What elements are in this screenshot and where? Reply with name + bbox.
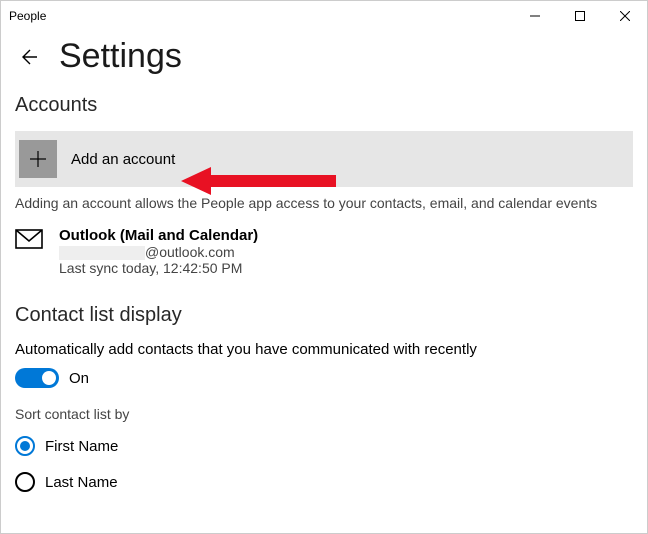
accounts-help-text: Adding an account allows the People app … — [15, 195, 633, 211]
auto-add-toggle[interactable] — [15, 368, 59, 388]
back-button[interactable] — [11, 40, 45, 74]
minimize-button[interactable] — [512, 1, 557, 31]
sort-first-name-option[interactable]: First Name — [15, 428, 633, 464]
plus-icon — [19, 140, 57, 178]
window-title: People — [9, 9, 46, 23]
page-header: Settings — [1, 31, 647, 94]
add-account-button[interactable]: Add an account — [15, 131, 633, 187]
account-entry[interactable]: Outlook (Mail and Calendar) @outlook.com… — [15, 227, 633, 276]
add-account-label: Add an account — [71, 151, 175, 168]
account-last-sync: Last sync today, 12:42:50 PM — [59, 260, 258, 276]
mail-icon — [15, 227, 45, 276]
titlebar: People — [1, 1, 647, 31]
page-title: Settings — [59, 37, 182, 76]
maximize-button[interactable] — [557, 1, 602, 31]
auto-add-description: Automatically add contacts that you have… — [15, 341, 633, 358]
toggle-state-label: On — [69, 370, 89, 387]
radio-label: First Name — [45, 438, 118, 455]
redacted-email-local — [59, 246, 145, 260]
account-email: @outlook.com — [59, 244, 258, 260]
close-button[interactable] — [602, 1, 647, 31]
contact-list-section-title: Contact list display — [15, 304, 633, 327]
accounts-section-title: Accounts — [15, 94, 633, 117]
radio-icon — [15, 436, 35, 456]
sort-last-name-option[interactable]: Last Name — [15, 464, 633, 500]
radio-label: Last Name — [45, 474, 118, 491]
account-name: Outlook (Mail and Calendar) — [59, 227, 258, 244]
radio-icon — [15, 472, 35, 492]
sort-heading: Sort contact list by — [15, 406, 633, 422]
